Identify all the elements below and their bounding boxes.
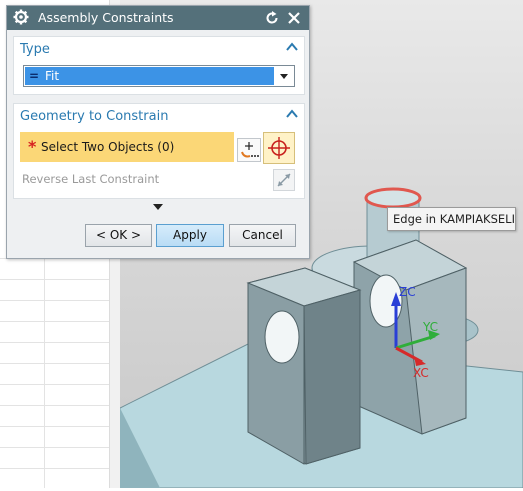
fit-constraint-icon: = xyxy=(29,69,40,83)
grid-row-line xyxy=(0,405,109,406)
select-objects-label: Select Two Objects (0) xyxy=(41,140,175,154)
reverse-constraint-icon xyxy=(277,173,291,187)
type-dropdown[interactable]: = Fit xyxy=(23,65,295,87)
type-section: Type = Fit xyxy=(13,36,305,95)
reverse-constraint-button[interactable] xyxy=(273,169,295,191)
chevron-up-icon[interactable] xyxy=(285,108,299,120)
grid-row-line xyxy=(0,426,109,427)
grid-row-line xyxy=(0,279,109,280)
reverse-last-constraint-label: Reverse Last Constraint xyxy=(22,172,160,186)
grid-row-line xyxy=(0,384,109,385)
crosshair-selection-button[interactable] xyxy=(263,132,295,164)
grid-row-line xyxy=(0,468,109,469)
left-block-right-face xyxy=(303,289,361,465)
tooltip-text: Edge in KAMPIAKSELI xyxy=(393,212,515,226)
pick-object-icon xyxy=(241,142,259,158)
required-marker: * xyxy=(28,137,37,156)
grid-row-line xyxy=(0,363,109,364)
close-icon[interactable] xyxy=(286,10,302,26)
geometry-section: Geometry to Constrain * Select Two Objec… xyxy=(13,103,305,199)
assembly-constraints-dialog: Assembly Constraints Type = Fit Geometry… xyxy=(6,5,310,259)
left-block-hole xyxy=(264,310,300,364)
shaft-highlighted-edge xyxy=(364,187,422,209)
ok-button[interactable]: < OK > xyxy=(85,224,152,247)
crosshair-target-icon xyxy=(268,137,290,159)
selection-tooltip: Edge in KAMPIAKSELI xyxy=(387,207,516,231)
dialog-titlebar[interactable]: Assembly Constraints xyxy=(7,6,309,30)
pick-object-button[interactable] xyxy=(237,138,261,162)
chevron-up-icon[interactable] xyxy=(285,41,299,53)
dropdown-arrow-icon[interactable] xyxy=(280,72,288,80)
grid-row-line xyxy=(0,321,109,322)
type-section-header[interactable]: Type xyxy=(20,42,50,57)
type-selected-label: Fit xyxy=(45,69,60,83)
dialog-title: Assembly Constraints xyxy=(38,10,174,25)
gear-icon xyxy=(13,9,29,25)
grid-row-line xyxy=(0,447,109,448)
left-block-left-face xyxy=(247,282,305,465)
reset-icon[interactable] xyxy=(264,10,280,26)
grid-column-line xyxy=(44,250,45,488)
type-selected-value: = Fit xyxy=(25,67,274,85)
grid-row-line xyxy=(0,300,109,301)
cancel-button[interactable]: Cancel xyxy=(229,224,296,247)
yc-axis-label: YC xyxy=(423,320,439,334)
xc-axis-label: XC xyxy=(413,366,429,380)
select-two-objects-row[interactable]: * Select Two Objects (0) xyxy=(20,132,234,162)
apply-button[interactable]: Apply xyxy=(156,224,224,247)
grid-row-line xyxy=(0,342,109,343)
geometry-section-header[interactable]: Geometry to Constrain xyxy=(20,109,168,124)
more-options-arrow-icon[interactable] xyxy=(153,203,163,211)
zc-axis-label: ZC xyxy=(399,285,416,299)
